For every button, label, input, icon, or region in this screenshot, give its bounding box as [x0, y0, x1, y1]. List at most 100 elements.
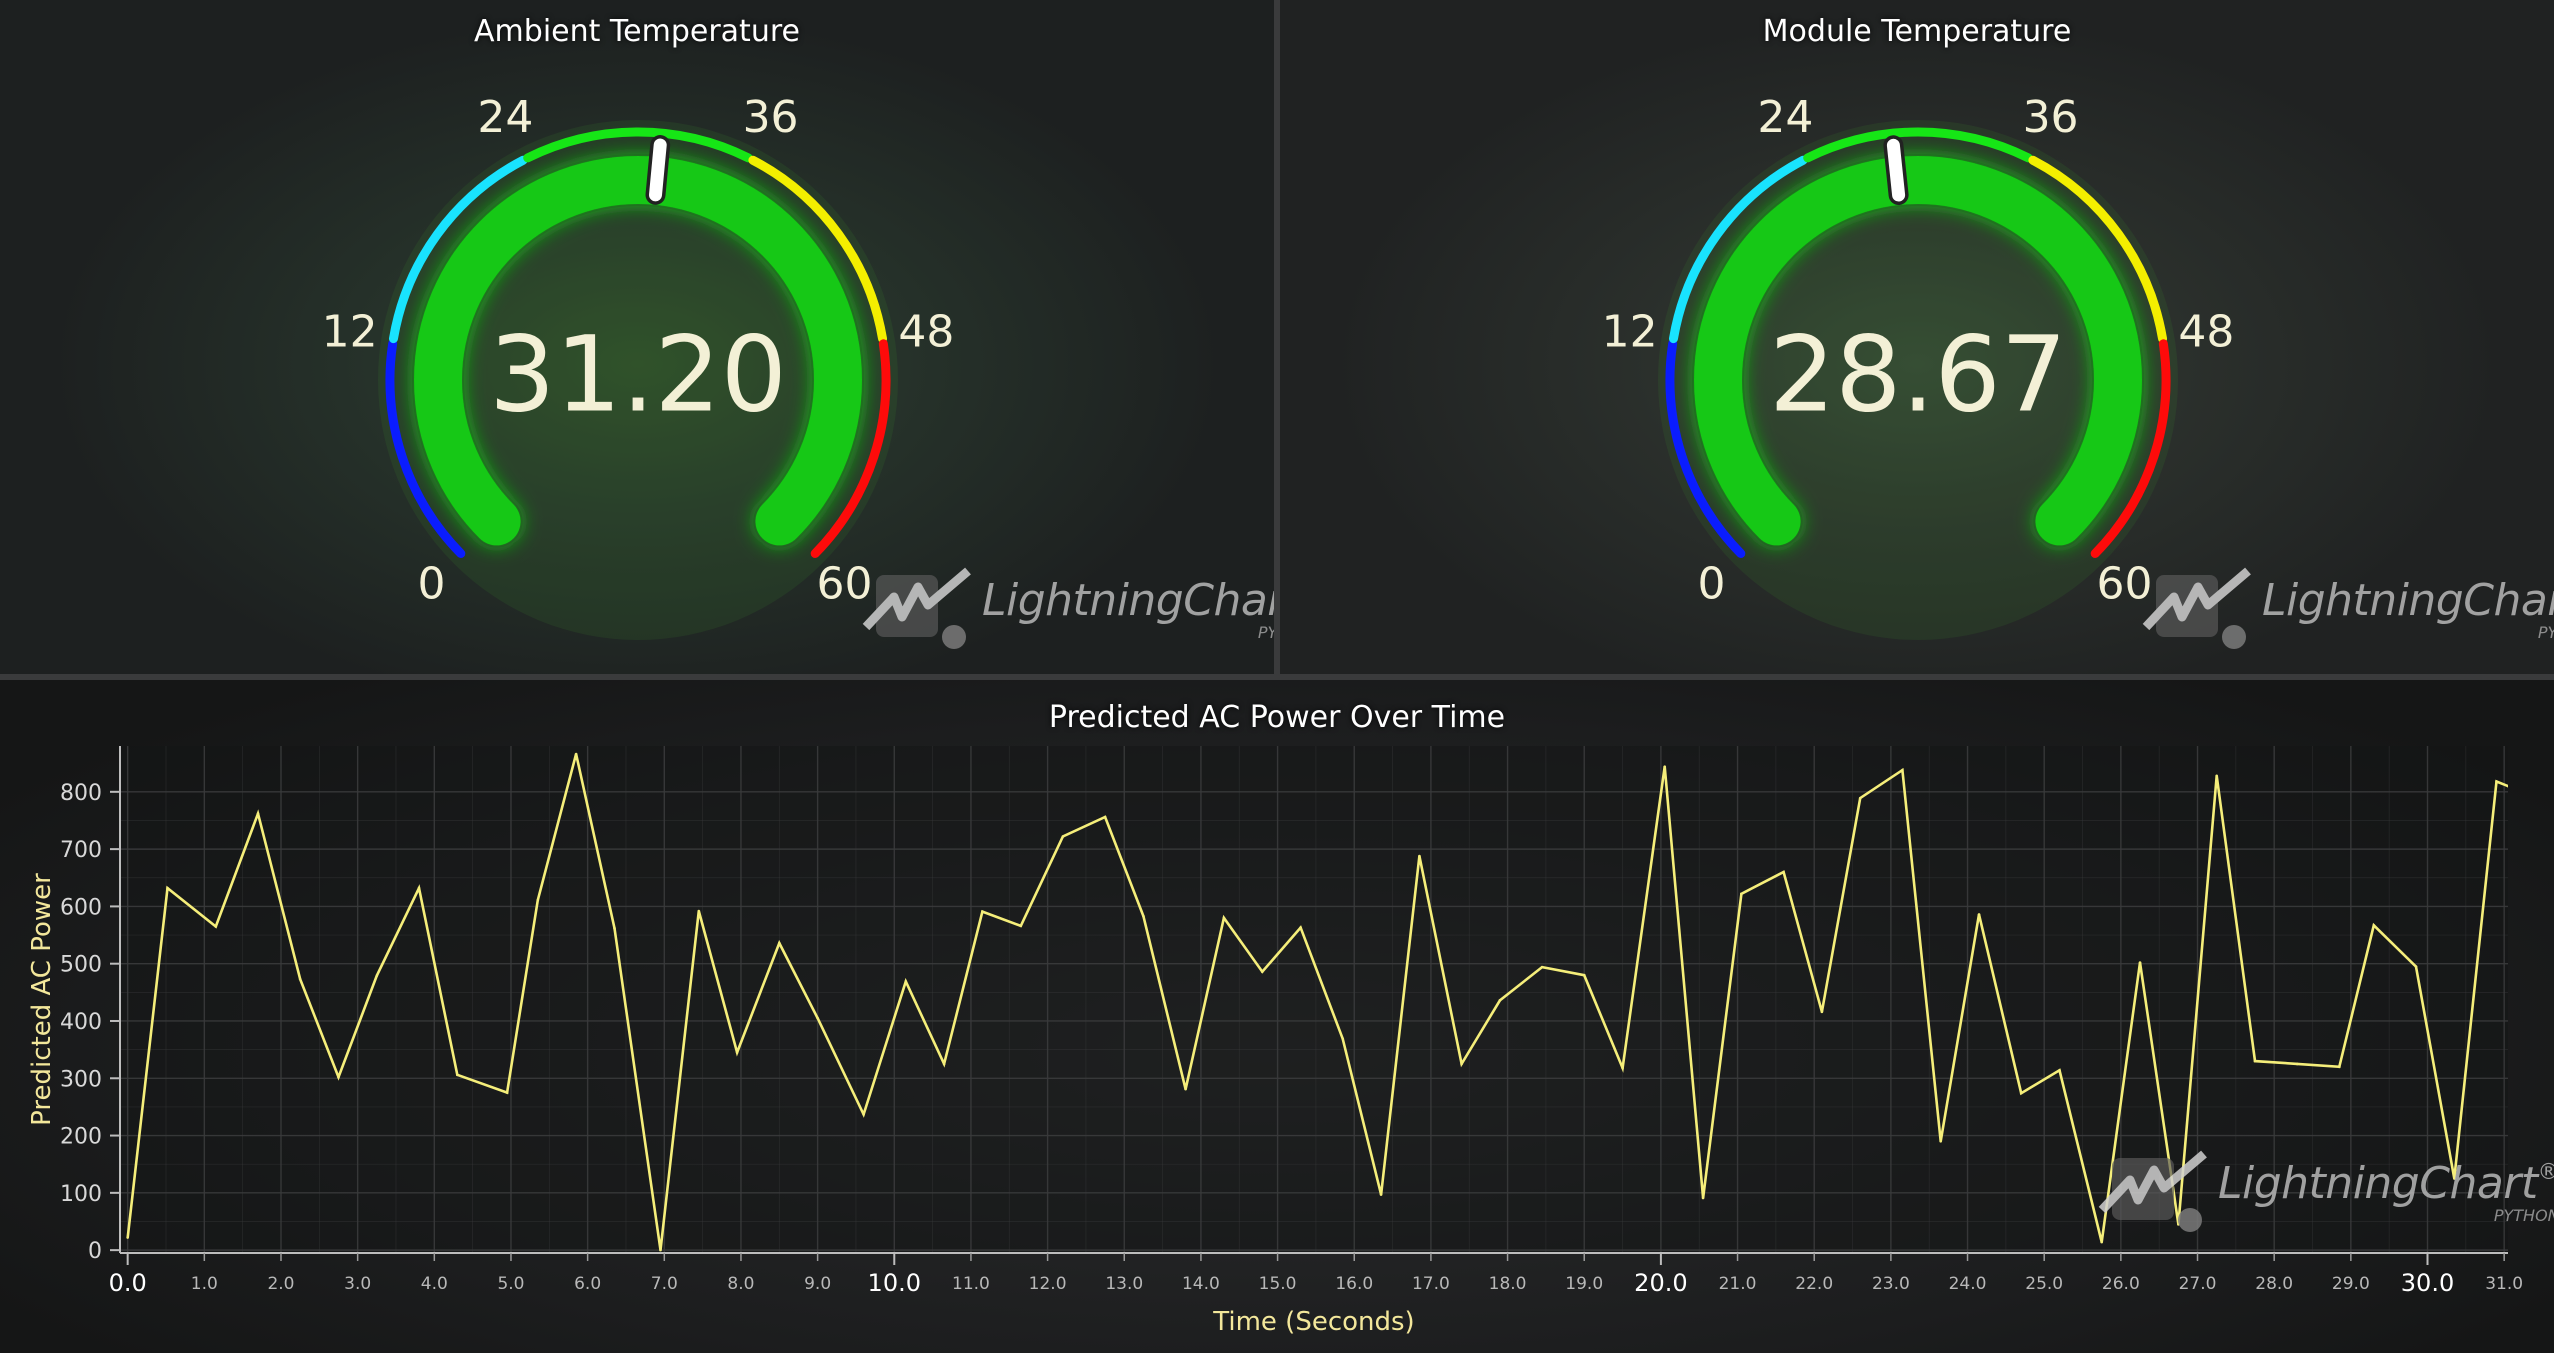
- y-tick-label: 100: [60, 1182, 102, 1207]
- data-point: [2100, 1240, 2103, 1244]
- data-point: [613, 926, 616, 930]
- brand-name: LightningChart: [2262, 575, 2554, 626]
- data-point: [1142, 914, 1145, 918]
- x-tick-label-minor: 21.0: [1719, 1274, 1757, 1294]
- lightningchart-watermark: LightningChart® PYTHON: [2142, 565, 2554, 655]
- gauge-tick-label: 24: [477, 92, 533, 143]
- y-tick-label: 600: [60, 895, 102, 920]
- predicted-ac-power-panel: Predicted AC Power Over Time 0 100 200 300 4…: [0, 680, 2554, 1353]
- x-tick-label-minor: 31.0: [2485, 1274, 2523, 1294]
- data-point: [2058, 1068, 2061, 1072]
- data-point: [981, 910, 984, 913]
- lightningchart-watermark: LightningChart® PYTHON: [862, 565, 1274, 655]
- y-tick-label: 500: [60, 953, 102, 978]
- y-tick-label: 200: [60, 1125, 102, 1150]
- data-point: [214, 925, 218, 928]
- data-point: [862, 1113, 865, 1116]
- y-tick-label: 0: [88, 1239, 102, 1264]
- data-point: [375, 974, 379, 978]
- data-point: [417, 886, 421, 890]
- data-point: [2372, 924, 2376, 927]
- x-tick-label-minor: 6.0: [574, 1274, 601, 1294]
- brand-name: LightningChart: [982, 575, 1274, 626]
- brand-sub: PYTHON: [2493, 1206, 2554, 1225]
- data-point: [2495, 780, 2498, 783]
- data-point: [1701, 1196, 1705, 1200]
- data-point: [126, 1236, 129, 1239]
- data-point: [904, 980, 908, 983]
- gauge-tick-label: 48: [898, 306, 954, 357]
- data-point: [1103, 815, 1107, 819]
- x-axis-title: Time (Seconds): [1212, 1307, 1414, 1337]
- x-tick-label-minor: 2.0: [267, 1274, 294, 1294]
- x-tick-label-minor: 14.0: [1182, 1274, 1220, 1294]
- predicted-ac-power-chart: 0 100 200 300 400 500 600 700 800 0.0 10.0 20.0 30.0…: [27, 746, 2523, 1337]
- data-point: [2138, 961, 2142, 964]
- x-tick-label-minor: 12.0: [1029, 1274, 1067, 1294]
- y-tick-label: 400: [60, 1010, 102, 1035]
- data-point: [816, 1016, 819, 1020]
- y-tick-label: 700: [60, 838, 102, 863]
- data-point: [1299, 926, 1302, 929]
- dashboard: Ambient Temperature 0 12 24 36 48 60 31.20 Li…: [0, 0, 2554, 1353]
- data-point: [1498, 999, 1502, 1002]
- data-point: [536, 898, 540, 902]
- brand-registered: ®: [2537, 1160, 2554, 1185]
- brand-sub: PYTHON: [1257, 623, 1274, 642]
- x-tick-label-minor: 11.0: [952, 1274, 990, 1294]
- data-point: [777, 941, 781, 945]
- x-tick-label-minor: 24.0: [1949, 1274, 1987, 1294]
- x-tick-label-minor: 7.0: [651, 1274, 678, 1294]
- gauge-tick-label: 48: [2178, 306, 2234, 357]
- data-point: [1939, 1139, 1943, 1143]
- data-point: [1901, 768, 1904, 772]
- gauge-tick-label: 36: [2023, 92, 2079, 143]
- data-point: [1379, 1193, 1383, 1196]
- data-point: [256, 812, 260, 815]
- data-point: [2506, 784, 2508, 788]
- lightningchart-logo-icon: [2142, 567, 2251, 649]
- data-point: [1540, 965, 1544, 969]
- data-point: [1663, 765, 1667, 768]
- x-tick-label-minor: 18.0: [1489, 1274, 1527, 1294]
- x-tick-label-minor: 23.0: [1872, 1274, 1910, 1294]
- x-tick-label-minor: 8.0: [727, 1274, 754, 1294]
- gauge-needle: [649, 138, 667, 202]
- x-tick-label-minor: 5.0: [497, 1274, 524, 1294]
- x-tick-label-minor: 22.0: [1795, 1274, 1833, 1294]
- data-point: [1582, 973, 1586, 977]
- data-point: [1341, 1037, 1345, 1041]
- y-axis-title: Predicted AC Power: [27, 873, 57, 1126]
- x-tick-label-minor: 26.0: [2102, 1274, 2140, 1294]
- data-point: [1418, 854, 1421, 858]
- data-point: [1222, 916, 1226, 920]
- x-tick-label-minor: 25.0: [2025, 1274, 2063, 1294]
- data-point: [1858, 796, 1862, 800]
- data-point: [298, 977, 302, 981]
- y-tick-label: 800: [60, 781, 102, 806]
- x-tick-label-minor: 28.0: [2255, 1274, 2293, 1294]
- lightningchart-logo-icon: [862, 567, 971, 649]
- data-point: [2215, 774, 2218, 778]
- data-point: [1782, 870, 1785, 874]
- gauge-tick-label: 0: [1698, 558, 1726, 609]
- gauge-tick-label: 12: [322, 306, 378, 357]
- data-point: [456, 1073, 459, 1077]
- data-point: [1184, 1087, 1187, 1091]
- x-tick-label-major: 10.0: [868, 1269, 921, 1297]
- data-point: [1019, 924, 1023, 928]
- x-tick-label-minor: 27.0: [2179, 1274, 2217, 1294]
- data-point: [505, 1091, 509, 1094]
- gauge-needle: [1886, 138, 1906, 202]
- x-tick-label-minor: 13.0: [1105, 1274, 1143, 1294]
- x-tick-label-minor: 9.0: [804, 1274, 831, 1294]
- x-tick-label-minor: 3.0: [344, 1274, 371, 1294]
- data-point: [697, 909, 701, 913]
- ambient-temperature-panel: Ambient Temperature 0 12 24 36 48 60 31.20 Li…: [0, 0, 1274, 674]
- module-temperature-panel: Module Temperature 0 12 24 36 48 60 28.67 Lig…: [1280, 0, 2554, 674]
- data-point: [337, 1075, 340, 1079]
- lightningchart-logo-icon: [2098, 1150, 2207, 1232]
- data-point: [1820, 1010, 1824, 1014]
- data-point: [2295, 1062, 2299, 1066]
- x-tick-label-minor: 17.0: [1412, 1274, 1450, 1294]
